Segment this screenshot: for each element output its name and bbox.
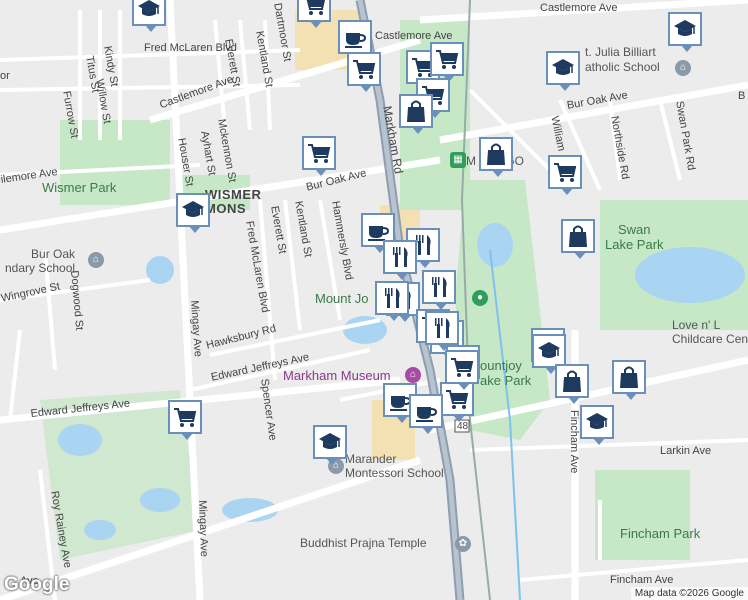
fincham-park-label: Fincham Park [620, 526, 701, 541]
mount-joy-label: Mount Jo [315, 291, 369, 306]
cafe-marker[interactable] [409, 394, 443, 434]
education-marker[interactable] [132, 0, 166, 32]
school-poi-icon-st-julia[interactable]: ⌂ [675, 60, 691, 76]
fincham-ave-s-label: Fincham Ave [610, 574, 674, 586]
bur-oak-school-label: Bur Oak ndary School [5, 247, 76, 275]
grocery-marker[interactable] [430, 42, 464, 82]
map-view[interactable]: Castlemore Ave Castlemore Ave Castlemore… [0, 0, 748, 600]
mountjoy-park-label: ountjoy ake Park [480, 358, 532, 388]
grocery-marker[interactable] [168, 400, 202, 440]
shopping-marker[interactable] [479, 137, 513, 177]
wismer-park-label: Wismer Park [42, 180, 117, 195]
castlemore-ave-e-label: Castlemore Ave [375, 30, 453, 42]
grocery-marker[interactable] [347, 52, 381, 92]
grocery-marker[interactable] [445, 350, 479, 390]
grocery-marker[interactable] [548, 155, 582, 195]
school-poi-icon-bur-oak[interactable]: ⌂ [88, 252, 104, 268]
park-poi-icon[interactable]: ● [472, 290, 488, 306]
education-marker[interactable] [668, 12, 702, 52]
restaurant-marker[interactable] [383, 240, 417, 280]
larkin-ave-label: Larkin Ave [660, 445, 712, 457]
restaurant-marker[interactable] [375, 281, 409, 321]
edward-edge-label: or [0, 70, 10, 82]
fincham-ave-v-label: Fincham Ave [568, 410, 580, 474]
museum-poi-icon[interactable]: ⌂ [405, 367, 421, 383]
wismer-commons-label: WISMER MONS [205, 187, 262, 216]
marander-school-label: Marander Montessori School [345, 452, 444, 480]
restaurant-marker[interactable] [425, 311, 459, 351]
shopping-marker[interactable] [561, 219, 595, 259]
st-julia-label: t. Julia Billiart atholic School [585, 45, 660, 74]
swan-lake-park-label: Swan Lake Park [605, 222, 664, 252]
restaurant-marker[interactable] [422, 270, 456, 310]
transit-poi-icon[interactable]: ▦ [450, 152, 466, 168]
mingay-ave-2-label: Mingay Ave [196, 500, 210, 558]
shopping-marker[interactable] [612, 360, 646, 400]
buddhist-temple-label: Buddhist Prajna Temple [300, 536, 427, 550]
google-logo: Google [4, 574, 70, 595]
hwy-48-shield: 48 [457, 421, 469, 432]
education-marker[interactable] [313, 425, 347, 465]
shopping-marker[interactable] [555, 364, 589, 404]
education-marker[interactable] [546, 51, 580, 91]
castlemore-ave-ne-label: Castlemore Ave [540, 2, 618, 14]
temple-poi-icon[interactable]: ✿ [455, 536, 471, 552]
education-marker[interactable] [532, 334, 566, 374]
education-marker[interactable] [176, 193, 210, 233]
grocery-marker[interactable] [302, 136, 336, 176]
education-marker[interactable] [580, 405, 614, 445]
markham-museum-label: Markham Museum [283, 368, 391, 383]
bur-oak-ave-edge-label: B [738, 90, 746, 102]
map-base [0, 0, 748, 600]
grocery-marker[interactable] [297, 0, 331, 28]
map-attribution: Map data ©2026 Google [630, 587, 748, 600]
cafe-marker[interactable] [338, 20, 372, 60]
love-n-learn-label: Love n' L Childcare Cent [672, 318, 748, 346]
shopping-marker[interactable] [399, 94, 433, 134]
